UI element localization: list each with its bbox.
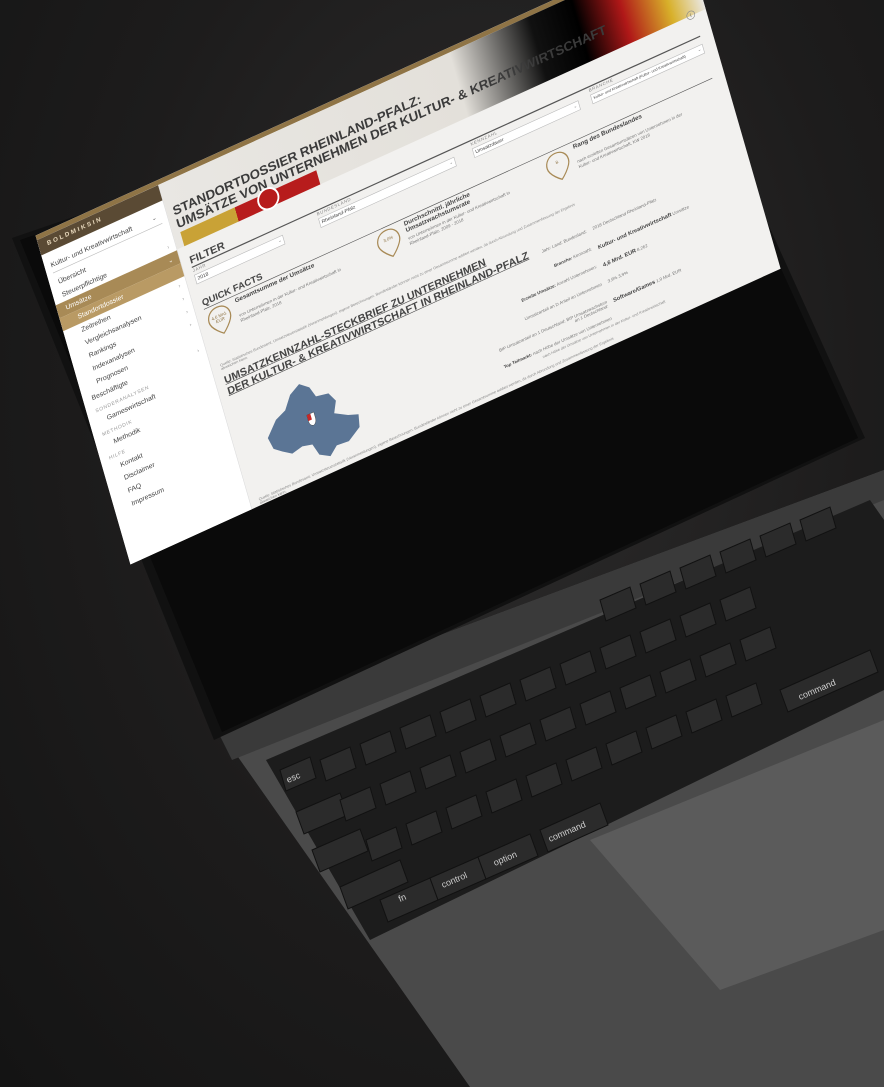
chevron-right-icon: › <box>181 295 185 302</box>
chevron-right-icon: › <box>196 346 200 354</box>
filter-year-value: 2018 <box>196 270 209 282</box>
chevron-right-icon: › <box>185 308 189 315</box>
chevron-down-icon: ⌄ <box>277 238 283 244</box>
chevron-right-icon: › <box>177 282 182 290</box>
chevron-right-icon: › <box>188 321 193 328</box>
chevron-down-icon: ⌄ <box>573 103 578 110</box>
chevron-down-icon: ⌄ <box>697 47 702 53</box>
chevron-down-icon: ⌄ <box>448 160 454 166</box>
chevron-down-icon: ⌄ <box>150 214 158 223</box>
chevron-right-icon: › <box>166 243 170 251</box>
